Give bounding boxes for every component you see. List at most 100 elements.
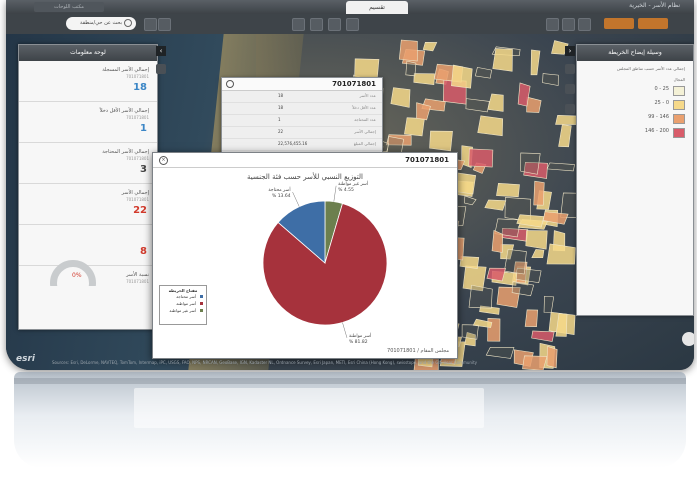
district-polygon[interactable] [487,93,504,112]
collapse-right-panel-icon[interactable]: › [565,46,575,56]
legend-panel: وسيلة إيضاح الخريطة إجمالي عدد الأسر حسب… [576,44,694,316]
map-round-button[interactable] [682,332,694,346]
district-polygon[interactable] [496,182,520,198]
chart-legend-item: أسر غير مواطنة [160,307,206,314]
legend-item: 0 - 25 [577,83,693,97]
district-polygon[interactable] [465,98,490,113]
district-polygon[interactable] [477,115,504,137]
pie-slice-value: % 13.64 [272,193,291,199]
collapse-left-panel-icon[interactable]: ‹ [156,46,166,56]
chart-popup: × 701071801 التوزيع النسبي للأسر حسب فئة… [152,152,458,359]
chart-popup-footer: مجلس المقام / 701071801 [387,348,449,354]
district-polygon[interactable] [558,124,572,148]
district-polygon[interactable] [533,180,545,206]
info-value: 18 [278,105,284,110]
district-polygon[interactable] [474,67,492,79]
district-polygon[interactable] [526,96,542,113]
legend-subtitle: إجمالي عدد الأسر حسب مناطق المجلس [617,66,685,71]
legend-label: 146 - 200 [644,128,669,134]
popup-code: 701071801 [332,80,376,88]
district-polygon[interactable] [531,330,555,342]
district-polygon[interactable] [524,309,539,328]
info-row: إجمالي الأسر 22 [222,127,382,139]
district-polygon[interactable] [492,48,513,72]
legend-tool-icon[interactable] [565,64,575,74]
dashboard-row-label: إجمالي الأسر المسجلة [102,67,149,73]
district-polygon[interactable] [485,347,515,359]
dashboard-row-value: 22 [133,205,147,216]
dashboard-row: إجمالي الأسر المسجلة 701071801 18 [19,61,157,102]
info-row: عدد الأقل دخلاً 18 [222,103,382,115]
district-polygon[interactable] [522,355,548,370]
app-window: مكتب اللوحات تقسيم نظام الأسر - الخيرية … [6,0,694,370]
district-polygon[interactable] [429,130,453,152]
chart-legend-swatch [200,302,203,305]
gauge-label: نسبة الأسر [126,272,149,278]
info-row: عدد المحتاجة 1 [222,115,382,127]
district-polygon[interactable] [461,324,479,340]
close-icon[interactable] [226,80,234,88]
district-polygon[interactable] [413,73,435,86]
pie-slice-value: % 4.55 [338,187,354,193]
popup-header: 701071801 [222,78,382,91]
chart-legend-item: أسر محتاجة [160,293,206,300]
gauge-sub: 701071801 [126,279,149,284]
district-polygon[interactable] [468,148,494,168]
legend-title: وسيلة إيضاح الخريطة [577,45,693,61]
district-polygon[interactable] [504,249,527,275]
district-polygon[interactable] [422,42,438,52]
gauge-value: 0% [72,272,82,279]
dashboard-tool-icon[interactable] [156,64,166,74]
chart-legend-title: مفتاح الخريطة [168,288,198,293]
reflection [14,372,686,468]
district-polygon[interactable] [451,64,473,89]
info-value: 22 [278,129,284,134]
esri-logo: esri [16,354,35,364]
district-polygon[interactable] [486,267,506,282]
district-polygon[interactable] [542,73,559,86]
district-polygon[interactable] [520,152,541,175]
dashboard-row-label: إجمالي الأسر [121,190,149,196]
district-polygon[interactable] [531,249,545,259]
chart-legend-label: أسر غير مواطنة [169,308,196,313]
district-polygon[interactable] [398,39,418,62]
district-polygon[interactable] [464,195,477,206]
dashboard-row: إجمالي الأسر المحتاجة 701071801 3 [19,143,157,184]
legend-swatch [673,128,685,138]
dashboard-panel: لوحة معلومات إجمالي الأسر المسجلة 701071… [18,44,158,330]
info-key: إجمالي الأسر [354,129,376,134]
dashboard-row-value: 3 [140,164,147,175]
legend-item: 99 - 146 [577,111,693,125]
district-polygon[interactable] [491,229,504,253]
district-polygon[interactable] [404,117,425,137]
legend-swatch [673,100,685,110]
info-row: إجمالي المبلغ 22,576,455.16 [222,139,382,151]
district-polygon[interactable] [405,60,417,77]
list-icon[interactable] [565,104,575,114]
district-polygon[interactable] [546,346,558,369]
chart-legend: مفتاح الخريطة أسر محتاجة أسر مواطنة أسر … [159,285,207,325]
district-polygon[interactable] [484,199,507,211]
district-polygon[interactable] [543,295,555,313]
district-info-popup: 701071801 عدد الأسر 18 عدد الأقل دخلاً 18… [221,77,383,163]
chart-legend-swatch [200,295,203,298]
pie-leader-line [333,185,337,202]
district-polygon[interactable] [525,230,548,250]
district-polygon[interactable] [390,87,411,108]
pie-slice-label: أسر محتاجة [268,186,290,193]
pie-slice-label: أسر غير مواطنة [338,180,368,187]
check-icon[interactable] [565,84,575,94]
pie-slice-label: أسر مواطنة [349,332,371,339]
chart-legend-swatch [200,309,203,312]
district-polygon[interactable] [546,243,576,265]
district-polygon[interactable] [530,49,541,76]
dashboard-row-sub: 701071801 [126,115,149,120]
pie-leader-line [342,322,348,338]
district-polygon[interactable] [468,284,493,309]
dashboard-row-value: 1 [140,123,147,134]
district-polygon[interactable] [546,162,575,172]
legend-label: 0 - 25 [654,86,669,92]
info-key: عدد الأسر [359,93,377,98]
legend-swatch [673,114,685,124]
legend-label: 25 - 0 [654,100,669,106]
